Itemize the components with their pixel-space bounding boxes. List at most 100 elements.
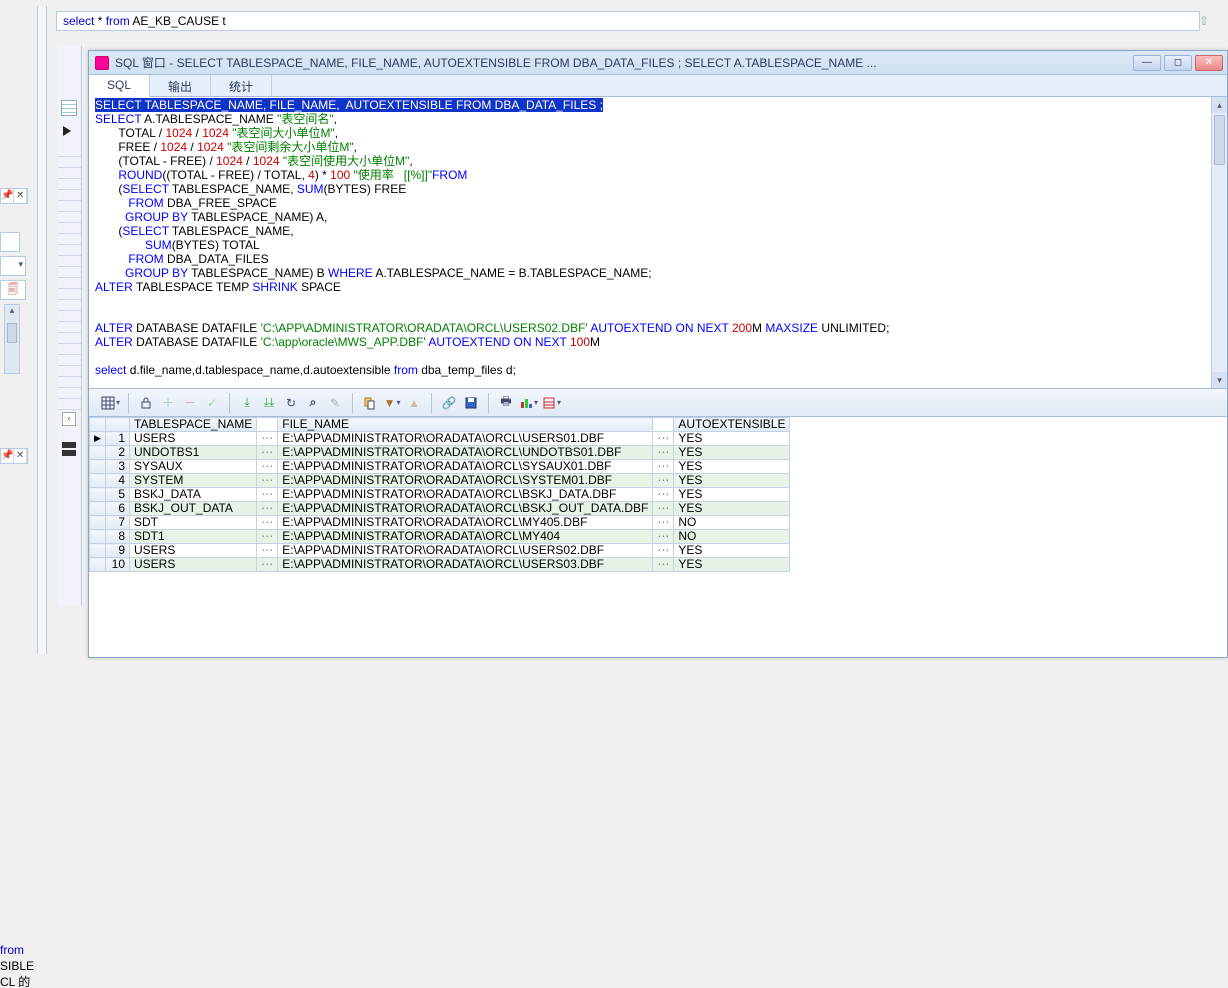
cell-filename[interactable]: E:\APP\ADMINISTRATOR\ORADATA\ORCL\USERS0… — [278, 558, 653, 572]
fetch-all-button[interactable]: ⤓⤓ — [260, 394, 278, 412]
cell-expand[interactable]: ⋯ — [257, 544, 278, 558]
cell-autoextensible[interactable]: YES — [674, 488, 790, 502]
chart-button[interactable] — [519, 394, 538, 412]
table-row[interactable]: 4SYSTEM⋯E:\APP\ADMINISTRATOR\ORADATA\ORC… — [90, 474, 790, 488]
table-row[interactable]: 9USERS⋯E:\APP\ADMINISTRATOR\ORADATA\ORCL… — [90, 544, 790, 558]
scrollbar-thumb[interactable] — [1214, 115, 1225, 165]
tab-sql[interactable]: SQL — [89, 75, 150, 97]
cell-filename[interactable]: E:\APP\ADMINISTRATOR\ORADATA\ORCL\SYSTEM… — [278, 474, 653, 488]
cell-expand[interactable]: ⋯ — [257, 558, 278, 572]
cell-expand[interactable]: ⋯ — [653, 502, 674, 516]
table-row[interactable]: 10USERS⋯E:\APP\ADMINISTRATOR\ORADATA\ORC… — [90, 558, 790, 572]
cell-tablespace[interactable]: UNDOTBS1 — [130, 446, 257, 460]
print-button[interactable]: 🖶 — [497, 394, 515, 412]
editor-scrollbar[interactable]: ▴ ▾ — [1211, 97, 1227, 388]
cell-expand[interactable]: ⋯ — [257, 516, 278, 530]
cell-tablespace[interactable]: USERS — [130, 544, 257, 558]
edge-copy-icon[interactable]: 🗐 — [0, 280, 26, 300]
close-icon[interactable]: ✕ — [14, 449, 27, 463]
grid-icon[interactable] — [61, 100, 77, 116]
cell-expand[interactable]: ⋯ — [257, 446, 278, 460]
cell-filename[interactable]: E:\APP\ADMINISTRATOR\ORADATA\ORCL\USERS0… — [278, 432, 653, 446]
query-by-example-button[interactable] — [361, 394, 379, 412]
edge-box[interactable] — [0, 232, 20, 252]
cell-autoextensible[interactable]: YES — [674, 446, 790, 460]
cell-expand[interactable]: ⋯ — [257, 432, 278, 446]
find-button[interactable]: ⌕ — [304, 394, 322, 412]
cell-filename[interactable]: E:\APP\ADMINISTRATOR\ORADATA\ORCL\BSKJ_D… — [278, 488, 653, 502]
cell-tablespace[interactable]: SDT — [130, 516, 257, 530]
top-sql-editor[interactable]: select * from AE_KB_CAUSE t — [56, 11, 1200, 31]
cell-expand[interactable]: ⋯ — [653, 432, 674, 446]
cell-expand[interactable]: ⋯ — [257, 460, 278, 474]
col-filename[interactable]: FILE_NAME — [278, 418, 653, 432]
cell-tablespace[interactable]: BSKJ_OUT_DATA — [130, 502, 257, 516]
cell-autoextensible[interactable]: YES — [674, 558, 790, 572]
edge-dropdown[interactable] — [0, 256, 26, 276]
lock-button[interactable] — [137, 394, 155, 412]
code-area[interactable]: SELECT TABLESPACE_NAME, FILE_NAME, AUTOE… — [89, 97, 1211, 388]
table-row[interactable]: 2UNDOTBS1⋯E:\APP\ADMINISTRATOR\ORADATA\O… — [90, 446, 790, 460]
cell-expand[interactable]: ⋯ — [257, 488, 278, 502]
sql-editor[interactable]: SELECT TABLESPACE_NAME, FILE_NAME, AUTOE… — [89, 97, 1227, 389]
cell-tablespace[interactable]: SYSTEM — [130, 474, 257, 488]
refresh-button[interactable]: ↻ — [282, 394, 300, 412]
minimize-button[interactable]: — — [1133, 55, 1161, 71]
cell-tablespace[interactable]: SYSAUX — [130, 460, 257, 474]
table-row[interactable]: 7SDT⋯E:\APP\ADMINISTRATOR\ORADATA\ORCL\M… — [90, 516, 790, 530]
title-bar[interactable]: SQL 窗口 - SELECT TABLESPACE_NAME, FILE_NA… — [89, 51, 1227, 75]
cell-autoextensible[interactable]: YES — [674, 544, 790, 558]
col-tablespace[interactable]: TABLESPACE_NAME — [130, 418, 257, 432]
table-row[interactable]: 8SDT1⋯E:\APP\ADMINISTRATOR\ORADATA\ORCL\… — [90, 530, 790, 544]
cell-expand[interactable]: ⋯ — [653, 530, 674, 544]
maximize-button[interactable]: ◻ — [1164, 55, 1192, 71]
cell-filename[interactable]: E:\APP\ADMINISTRATOR\ORADATA\ORCL\BSKJ_O… — [278, 502, 653, 516]
tab-stats[interactable]: 统计 — [211, 75, 272, 96]
cell-tablespace[interactable]: USERS — [130, 558, 257, 572]
cell-autoextensible[interactable]: NO — [674, 530, 790, 544]
table-row[interactable]: 5BSKJ_DATA⋯E:\APP\ADMINISTRATOR\ORADATA\… — [90, 488, 790, 502]
splitter-grip-icon[interactable] — [62, 442, 76, 458]
table-row[interactable]: 3SYSAUX⋯E:\APP\ADMINISTRATOR\ORADATA\ORC… — [90, 460, 790, 474]
tab-output[interactable]: 输出 — [150, 75, 211, 96]
delete-row-button[interactable]: － — [181, 394, 199, 412]
export-button[interactable] — [542, 394, 561, 412]
link-button[interactable]: 🔗 — [440, 394, 458, 412]
cell-filename[interactable]: E:\APP\ADMINISTRATOR\ORADATA\ORCL\USERS0… — [278, 544, 653, 558]
results-grid[interactable]: TABLESPACE_NAME FILE_NAME AUTOEXTENSIBLE… — [89, 417, 1227, 572]
cell-expand[interactable]: ⋯ — [653, 558, 674, 572]
collapse-button[interactable]: ‹ — [62, 412, 76, 426]
close-icon[interactable]: ✕ — [14, 189, 27, 203]
cell-filename[interactable]: E:\APP\ADMINISTRATOR\ORADATA\ORCL\UNDOTB… — [278, 446, 653, 460]
close-button[interactable]: ✕ — [1195, 55, 1223, 71]
cell-expand[interactable]: ⋯ — [653, 446, 674, 460]
scrollbar-thumb[interactable] — [7, 323, 17, 343]
table-row[interactable]: ▶1USERS⋯E:\APP\ADMINISTRATOR\ORADATA\ORC… — [90, 432, 790, 446]
cell-expand[interactable]: ⋯ — [257, 502, 278, 516]
cell-autoextensible[interactable]: YES — [674, 474, 790, 488]
cell-autoextensible[interactable]: YES — [674, 432, 790, 446]
cell-autoextensible[interactable]: NO — [674, 516, 790, 530]
save-button[interactable] — [462, 394, 480, 412]
cell-tablespace[interactable]: USERS — [130, 432, 257, 446]
cell-expand[interactable]: ⋯ — [653, 516, 674, 530]
scroll-up-button[interactable]: ▴ — [1212, 97, 1227, 113]
scroll-down-button[interactable]: ▾ — [1212, 372, 1227, 388]
vertical-splitter[interactable] — [37, 6, 47, 654]
cell-expand[interactable]: ⋯ — [653, 488, 674, 502]
table-row[interactable]: 6BSKJ_OUT_DATA⋯E:\APP\ADMINISTRATOR\ORAD… — [90, 502, 790, 516]
pin-icon[interactable]: 📌 — [1, 449, 14, 463]
grid-options-button[interactable] — [101, 394, 120, 412]
cell-filename[interactable]: E:\APP\ADMINISTRATOR\ORADATA\ORCL\SYSAUX… — [278, 460, 653, 474]
scroll-up-icon[interactable]: ⇧ — [1196, 14, 1212, 30]
cell-expand[interactable]: ⋯ — [653, 460, 674, 474]
cell-autoextensible[interactable]: YES — [674, 460, 790, 474]
commit-button[interactable]: ✓ — [203, 394, 221, 412]
edit-button[interactable]: ✎ — [326, 394, 344, 412]
cell-expand[interactable]: ⋯ — [653, 474, 674, 488]
cell-filename[interactable]: E:\APP\ADMINISTRATOR\ORADATA\ORCL\MY404 — [278, 530, 653, 544]
add-row-button[interactable]: ＋ — [159, 394, 177, 412]
copy-dropdown-button[interactable]: ▼ — [383, 394, 401, 412]
col-autoextensible[interactable]: AUTOEXTENSIBLE — [674, 418, 790, 432]
pin-icon[interactable]: 📌 — [1, 189, 14, 203]
